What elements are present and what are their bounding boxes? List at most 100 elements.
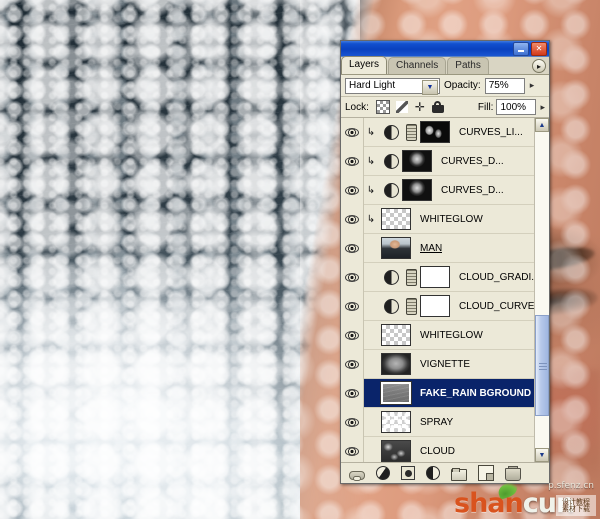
blend-mode-select[interactable]: Hard Light ▼	[345, 77, 440, 95]
eye-icon	[345, 330, 359, 340]
eye-icon	[345, 446, 359, 456]
layer-visibility-toggle[interactable]	[341, 146, 364, 176]
layer-visibility-toggle[interactable]	[341, 175, 364, 205]
layer-thumbnail[interactable]	[402, 150, 432, 172]
mask-link-icon[interactable]	[406, 297, 417, 315]
mask-link-icon[interactable]	[406, 123, 417, 141]
layer-name: WHITEGLOW	[420, 329, 483, 341]
adjustment-layer-icon[interactable]	[384, 182, 399, 198]
adjustment-layer-icon[interactable]	[384, 153, 399, 169]
layer-name: FAKE_RAIN BGROUND	[420, 387, 532, 399]
adjustment-layer-icon[interactable]	[384, 124, 399, 140]
layer-row[interactable]: ↳ CURVES_D...	[341, 146, 534, 176]
layer-visibility-toggle[interactable]	[341, 204, 364, 234]
layer-row[interactable]: CLOUD_CURVES	[341, 291, 534, 321]
scroll-thumb[interactable]	[535, 315, 549, 417]
new-layer-button[interactable]	[478, 465, 494, 481]
tab-paths[interactable]: Paths	[447, 57, 489, 74]
delete-layer-button[interactable]	[505, 466, 521, 481]
layer-thumbnail[interactable]	[381, 411, 411, 433]
layer-name: CURVES_D...	[441, 155, 504, 167]
layer-thumbnail[interactable]	[381, 440, 411, 462]
layer-row[interactable]: MAN	[341, 233, 534, 263]
panel-titlebar[interactable]: ✕	[341, 41, 549, 57]
layer-style-button[interactable]	[376, 466, 390, 480]
scroll-up-button[interactable]: ▲	[535, 118, 549, 132]
layer-row[interactable]: ↳ CURVES_LI...	[341, 118, 534, 147]
eye-icon	[345, 185, 359, 195]
layer-visibility-toggle[interactable]	[341, 349, 364, 379]
adjustment-layer-icon[interactable]	[384, 269, 399, 285]
layer-row[interactable]: WHITEGLOW	[341, 320, 534, 350]
add-layer-mask-button[interactable]	[401, 466, 415, 480]
fill-input[interactable]: 100%	[496, 99, 537, 115]
mask-link-icon[interactable]	[406, 268, 417, 286]
eye-icon	[345, 127, 359, 137]
layer-thumbnail[interactable]	[420, 121, 450, 143]
layer-visibility-toggle[interactable]	[341, 436, 364, 462]
layer-name: WHITEGLOW	[420, 213, 483, 225]
layer-thumbnail[interactable]	[381, 237, 411, 259]
tab-layers[interactable]: Layers	[341, 56, 388, 74]
screenshot-root: ✕ Layers Channels Paths ▸ Hard Light ▼ O…	[0, 0, 600, 519]
eye-icon	[345, 301, 359, 311]
opacity-label: Opacity:	[444, 80, 481, 91]
lock-transparent-pixels-icon[interactable]	[375, 100, 390, 114]
layer-name: CURVES_LI...	[459, 126, 523, 138]
layer-row[interactable]: ↳ WHITEGLOW	[341, 204, 534, 234]
opacity-spinner-icon[interactable]: ▸	[530, 80, 535, 91]
fill-group: Fill: 100% ▸	[478, 99, 545, 115]
layer-thumbnail[interactable]	[381, 208, 411, 230]
layer-visibility-toggle[interactable]	[341, 291, 364, 321]
layer-row[interactable]: CLOUD_GRADI...	[341, 262, 534, 292]
layer-visibility-toggle[interactable]	[341, 233, 364, 263]
eye-icon	[345, 272, 359, 282]
clipping-mask-icon: ↳	[366, 126, 376, 138]
layer-row[interactable]: FAKE_RAIN BGROUND	[341, 378, 534, 408]
layer-row[interactable]: VIGNETTE	[341, 349, 534, 379]
eye-icon	[345, 156, 359, 166]
panel-menu-icon[interactable]: ▸	[532, 59, 546, 73]
minimize-button[interactable]	[513, 41, 529, 56]
layer-row[interactable]: ↳ CURVES_D...	[341, 175, 534, 205]
link-layers-button[interactable]	[349, 470, 365, 481]
layer-thumbnail[interactable]	[380, 381, 412, 405]
layer-visibility-toggle[interactable]	[341, 262, 364, 292]
layer-thumbnail[interactable]	[420, 266, 450, 288]
layer-list-scrollbar[interactable]: ▲ ▼	[534, 118, 549, 462]
layer-thumbnail[interactable]	[402, 179, 432, 201]
layer-visibility-toggle[interactable]	[341, 378, 364, 408]
lock-image-pixels-icon[interactable]	[395, 101, 408, 113]
chevron-down-icon[interactable]: ▼	[422, 79, 438, 95]
layer-name: CLOUD_GRADI...	[459, 271, 534, 283]
clipping-mask-icon: ↳	[366, 155, 376, 167]
layer-list[interactable]: ↳ CURVES_LI... ↳ CURVES_D... ↳ CURVES_D... ↳ WH…	[341, 118, 534, 462]
new-group-button[interactable]	[451, 467, 467, 481]
layer-thumbnail[interactable]	[381, 324, 411, 346]
layer-row[interactable]: SPRAY	[341, 407, 534, 437]
layer-visibility-toggle[interactable]	[341, 320, 364, 350]
scroll-down-button[interactable]: ▼	[535, 448, 549, 462]
layer-row[interactable]: CLOUD	[341, 436, 534, 462]
opacity-value: 75%	[488, 80, 509, 91]
layers-bottom-toolbar	[341, 462, 549, 483]
new-adjustment-layer-button[interactable]	[426, 466, 440, 480]
eye-icon	[345, 214, 359, 224]
lock-position-icon[interactable]: ✛	[414, 101, 426, 113]
lock-all-icon[interactable]	[431, 101, 444, 113]
tab-channels[interactable]: Channels	[388, 57, 447, 74]
layer-name: VIGNETTE	[420, 358, 471, 370]
eye-icon	[345, 417, 359, 427]
layer-visibility-toggle[interactable]	[341, 407, 364, 437]
fill-spinner-icon[interactable]: ▸	[540, 102, 545, 113]
adjustment-layer-icon[interactable]	[384, 298, 399, 314]
layer-thumbnail[interactable]	[420, 295, 450, 317]
scroll-track[interactable]	[535, 132, 549, 448]
layer-visibility-toggle[interactable]	[341, 118, 364, 147]
lock-icon-group: ✛	[375, 100, 444, 114]
opacity-input[interactable]: 75%	[484, 77, 525, 94]
close-button[interactable]: ✕	[531, 41, 547, 56]
layer-thumbnail[interactable]	[381, 353, 411, 375]
blend-mode-value: Hard Light	[349, 80, 396, 91]
lock-label: Lock:	[345, 101, 369, 113]
